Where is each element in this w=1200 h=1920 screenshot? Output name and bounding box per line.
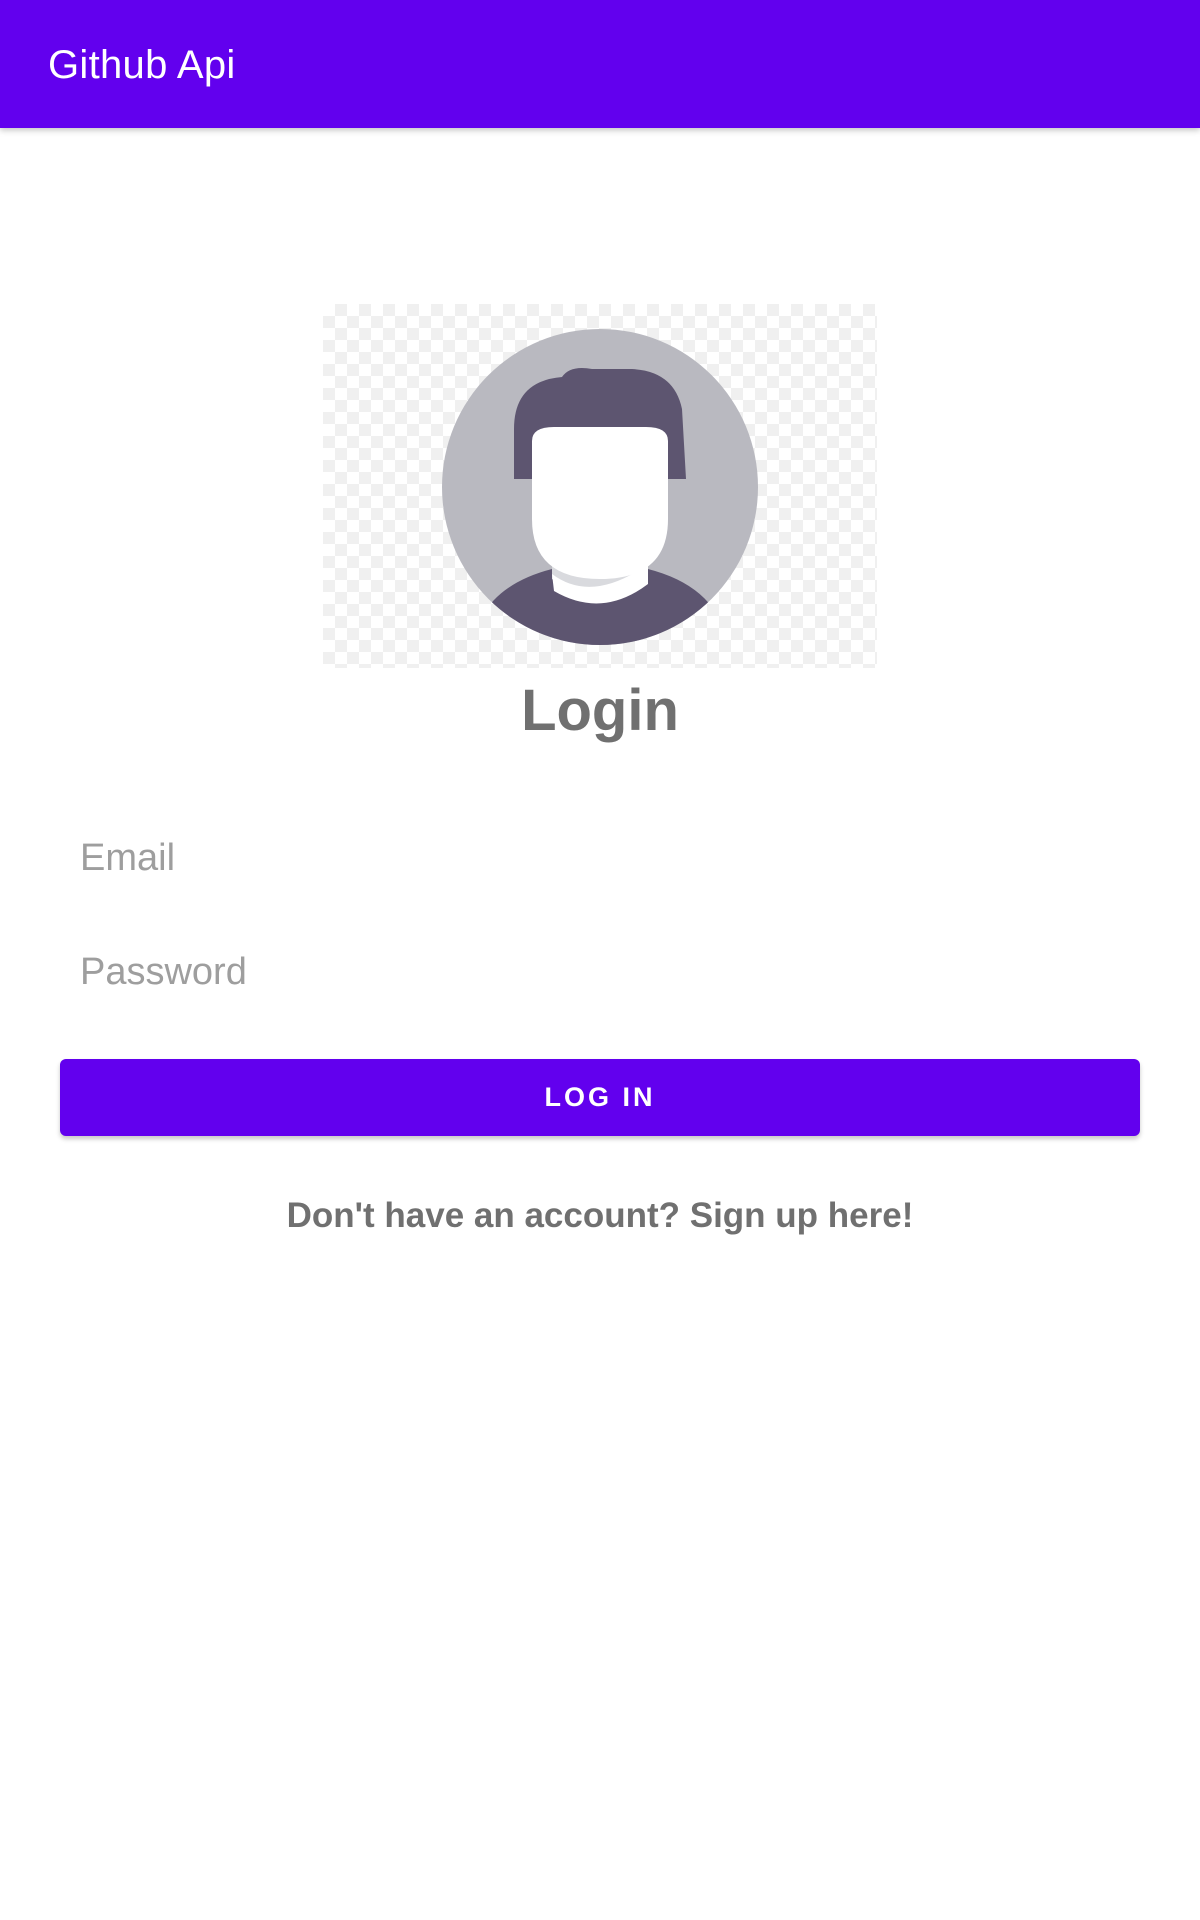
email-field[interactable] — [60, 816, 1140, 900]
avatar-image — [323, 304, 877, 668]
password-field[interactable] — [60, 930, 1140, 1014]
login-title: Login — [521, 678, 679, 743]
default-user-avatar-icon — [442, 329, 758, 645]
login-button[interactable]: LOG IN — [60, 1059, 1140, 1136]
app-title: Github Api — [48, 43, 236, 87]
app-bar: Github Api — [0, 0, 1200, 128]
signup-link[interactable]: Don't have an account? Sign up here! — [0, 1194, 1200, 1238]
